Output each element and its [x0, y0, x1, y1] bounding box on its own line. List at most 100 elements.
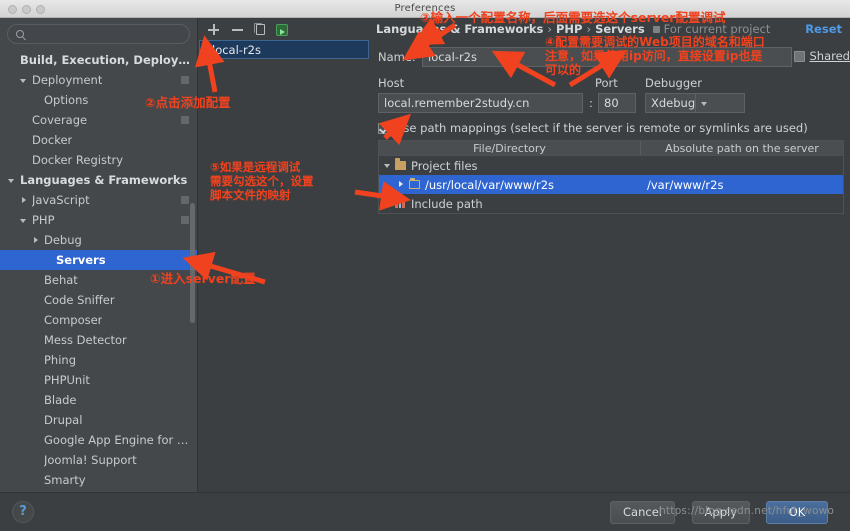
sidebar-item-options[interactable]: Options: [0, 90, 197, 110]
server-list[interactable]: local-r2s: [199, 40, 369, 59]
table-body[interactable]: Project files/usr/local/var/www/r2s/var/…: [378, 156, 844, 214]
breadcrumb-separator-2: ›: [586, 22, 591, 36]
tree-spacer: [32, 476, 41, 485]
sidebar-item-deployment[interactable]: Deployment: [0, 70, 197, 90]
search-box[interactable]: [7, 24, 190, 44]
breadcrumb-item-languages[interactable]: Languages & Frameworks: [376, 22, 543, 36]
folder-icon: [395, 161, 406, 170]
sidebar-item-label: Google App Engine for PHI: [44, 433, 191, 447]
table-row[interactable]: /usr/local/var/www/r2s/var/www/r2s: [379, 175, 843, 194]
chevron-right-icon[interactable]: [32, 236, 41, 245]
server-list-toolbar[interactable]: [199, 18, 369, 38]
window-traffic-lights[interactable]: [8, 5, 45, 14]
sidebar-item-label: Drupal: [44, 413, 82, 427]
sidebar-item-smarty[interactable]: Smarty: [0, 470, 197, 490]
sidebar-item-docker-registry[interactable]: Docker Registry: [0, 150, 197, 170]
chevron-down-icon[interactable]: [8, 176, 17, 185]
table-cell-name: Project files: [411, 159, 478, 173]
name-input[interactable]: [422, 47, 792, 67]
path-mappings-table[interactable]: File/Directory Absolute path on the serv…: [378, 140, 844, 214]
host-label: Host: [378, 76, 404, 90]
tree-spacer: [32, 396, 41, 405]
folder-icon: [409, 180, 420, 189]
remove-server-icon[interactable]: [231, 23, 244, 36]
sidebar-item-coverage[interactable]: Coverage: [0, 110, 197, 130]
sidebar-item-servers[interactable]: Servers: [0, 250, 197, 270]
maximize-window-button[interactable]: [36, 5, 45, 14]
tree-spacer: [32, 336, 41, 345]
sidebar-item-languages-frameworks[interactable]: Languages & Frameworks: [0, 170, 197, 190]
project-scope-icon: [653, 26, 660, 33]
sidebar-item-label: Joomla! Support: [44, 453, 137, 467]
minimize-window-button[interactable]: [22, 5, 31, 14]
sidebar-scrollbar[interactable]: [190, 203, 195, 323]
watermark: https://blog.csdn.net/hfut_wowo: [659, 505, 834, 517]
tree-spacer: [32, 296, 41, 305]
sidebar-item-blade[interactable]: Blade: [0, 390, 197, 410]
scope-context-label: For current project: [664, 22, 771, 36]
breadcrumb-item-php[interactable]: PHP: [556, 22, 582, 36]
chevron-right-icon[interactable]: [20, 196, 29, 205]
chevron-down-icon[interactable]: [695, 94, 744, 112]
port-input[interactable]: [598, 93, 636, 113]
tree-spacer: [32, 416, 41, 425]
copy-server-icon[interactable]: [256, 24, 265, 35]
column-header-absolute-path: Absolute path on the server: [641, 141, 843, 155]
table-header-row: File/Directory Absolute path on the serv…: [378, 140, 844, 156]
sidebar-item-javascript[interactable]: JavaScript: [0, 190, 197, 210]
sidebar-item-mess-detector[interactable]: Mess Detector: [0, 330, 197, 350]
sidebar-item-composer[interactable]: Composer: [0, 310, 197, 330]
table-row[interactable]: Include path: [379, 194, 843, 213]
cell-file-directory: Include path: [379, 197, 641, 211]
preferences-window: Build, Execution, Deployment Deployment Op…: [0, 18, 850, 531]
config-scope-icon: [181, 116, 189, 124]
column-header-file-directory: File/Directory: [379, 141, 641, 155]
server-list-item-label: local-r2s: [212, 43, 261, 57]
sidebar-item-build-execution-deployment[interactable]: Build, Execution, Deployment: [0, 50, 197, 70]
help-button[interactable]: ?: [12, 501, 34, 523]
tree-spacer: [44, 256, 53, 265]
shared-checkbox-wrap[interactable]: Shared: [794, 49, 850, 63]
search-input[interactable]: [30, 27, 181, 42]
table-row[interactable]: Project files: [379, 156, 843, 175]
chevron-down-icon[interactable]: [20, 216, 29, 225]
reset-link[interactable]: Reset: [805, 22, 842, 36]
chevron-down-icon[interactable]: [20, 76, 29, 85]
add-server-icon[interactable]: [207, 23, 220, 36]
sidebar-item-php[interactable]: PHP: [0, 210, 197, 230]
sidebar-item-label: Debug: [44, 233, 82, 247]
sidebar-item-joomla-support[interactable]: Joomla! Support: [0, 450, 197, 470]
use-path-mappings-checkbox[interactable]: [378, 123, 389, 134]
import-server-icon[interactable]: [276, 24, 288, 36]
scope-context: For current project: [653, 22, 771, 36]
close-window-button[interactable]: [8, 5, 17, 14]
server-list-item[interactable]: local-r2s: [199, 40, 369, 59]
sidebar-item-label: Servers: [56, 253, 106, 267]
settings-tree[interactable]: Build, Execution, Deployment Deployment Op…: [0, 48, 197, 490]
shared-label-text: Shared: [810, 49, 850, 63]
sidebar-item-label: PHPUnit: [44, 373, 90, 387]
sidebar-item-google-app-engine-for-phi[interactable]: Google App Engine for PHI: [0, 430, 197, 450]
sidebar-item-code-sniffer[interactable]: Code Sniffer: [0, 290, 197, 310]
sidebar-item-behat[interactable]: Behat: [0, 270, 197, 290]
sidebar-item-debug[interactable]: Debug: [0, 230, 197, 250]
sidebar-item-docker[interactable]: Docker: [0, 130, 197, 150]
cell-file-directory: Project files: [379, 159, 641, 173]
breadcrumb-item-servers[interactable]: Servers: [595, 22, 645, 36]
debugger-selected-value: Xdebug: [646, 96, 695, 110]
use-path-mappings-row[interactable]: Use path mappings (select if the server …: [378, 121, 808, 135]
sidebar-item-label: PHP: [32, 213, 55, 227]
sidebar-item-label: Deployment: [32, 73, 102, 87]
shared-checkbox[interactable]: [794, 51, 805, 62]
debugger-select[interactable]: Xdebug: [645, 93, 745, 113]
tree-spacer: [20, 116, 29, 125]
cell-absolute-path: /var/www/r2s: [641, 178, 843, 192]
sidebar-item-drupal[interactable]: Drupal: [0, 410, 197, 430]
debugger-label: Debugger: [645, 76, 702, 90]
sidebar-item-phpunit[interactable]: PHPUnit: [0, 370, 197, 390]
config-scope-icon: [181, 196, 189, 204]
sidebar-search-wrap: [0, 18, 197, 48]
sidebar-item-phing[interactable]: Phing: [0, 350, 197, 370]
settings-sidebar[interactable]: Build, Execution, Deployment Deployment Op…: [0, 18, 198, 492]
host-input[interactable]: [378, 93, 583, 113]
